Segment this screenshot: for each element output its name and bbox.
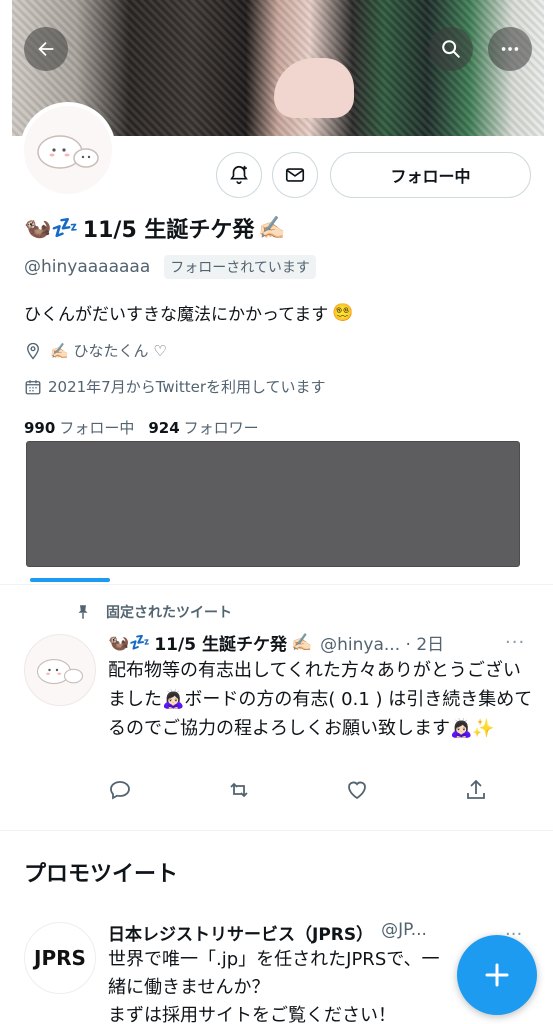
bio-emoji: 😵‍💫 — [332, 302, 354, 323]
reply-icon — [110, 781, 130, 800]
followers-count: 924 — [148, 419, 180, 437]
following-count: 990 — [24, 419, 56, 437]
more-options-button[interactable] — [488, 27, 532, 71]
display-name-prefix-emoji: 🦦💤 — [24, 215, 79, 241]
following-label: フォロー中 — [59, 419, 135, 437]
fluffy-animal-avatar-image — [36, 658, 84, 685]
retweet-button[interactable] — [227, 778, 251, 806]
section-divider — [0, 830, 553, 831]
share-icon — [467, 779, 485, 799]
user-handle: @hinyaaaaaaa — [24, 257, 151, 277]
joined-date-text: 2021年7月からTwitterを利用しています — [48, 378, 326, 396]
map-pin-icon — [27, 342, 39, 360]
handle-row: @hinyaaaaaaa フォローされています — [24, 255, 316, 279]
promoted-author-handle: @JP... — [381, 920, 427, 940]
promoted-section-title: プロモツイート — [24, 862, 179, 887]
tab-divider — [0, 584, 553, 585]
compose-tweet-button[interactable] — [457, 935, 537, 1015]
follow-counts: 990 フォロー中 924 フォロワー — [24, 417, 259, 438]
location-row: ✍🏻 ひなたくん ♡ — [24, 340, 167, 361]
display-name-text: 11/5 生誕チケ発 — [82, 218, 255, 243]
promoted-body-line1: 世界で唯一「.jp」を任されたJPRSで、一緒に働きませんか？ — [108, 949, 440, 998]
tweet-author-suffix-emoji: ✍🏻 — [290, 632, 313, 653]
redacted-tab-bar — [26, 441, 520, 567]
followers-label: フォロワー — [183, 419, 259, 437]
more-horizontal-icon — [501, 47, 519, 51]
tweet-more-button[interactable]: ··· — [505, 632, 525, 653]
promoted-body-line2: まずは採用サイトをご覧ください！ — [108, 1005, 396, 1024]
active-tab-indicator — [30, 578, 110, 582]
pin-icon — [78, 605, 88, 619]
profile-avatar[interactable] — [20, 102, 116, 198]
tweet-author-prefix-emoji: 🦦💤 — [108, 632, 151, 653]
like-button[interactable] — [345, 778, 369, 806]
pinned-tweet-label-row: 固定されたツイート — [74, 602, 232, 622]
follows-you-badge: フォローされています — [164, 255, 316, 279]
pinned-tweet-body[interactable]: 配布物等の有志出してくれた方々ありがとうございました🙇🏻‍♀️ボードの方の有志(… — [108, 656, 533, 743]
fluffy-animal-avatar-image — [37, 135, 99, 169]
calendar-icon — [25, 379, 41, 394]
pinned-tweet-label: 固定されたツイート — [106, 605, 232, 621]
message-button[interactable] — [272, 152, 318, 198]
display-name-suffix-emoji: ✍🏻 — [258, 215, 286, 241]
tweet-author-name[interactable]: 11/5 生誕チケ発 — [154, 630, 287, 655]
jprs-logo[interactable]: JPRS — [24, 922, 96, 994]
tweet-author-avatar[interactable] — [24, 634, 96, 706]
followers-count-link[interactable]: 924 フォロワー — [148, 417, 258, 438]
envelope-icon — [285, 168, 305, 182]
bell-plus-icon — [230, 165, 248, 185]
location-text: ✍🏻 ひなたくん ♡ — [50, 342, 167, 360]
heart-icon — [348, 781, 367, 800]
profile-bio: ひくんがだいすきな魔法にかかってます 😵‍💫 — [24, 300, 354, 326]
share-button[interactable] — [464, 778, 488, 806]
search-button[interactable] — [429, 27, 473, 71]
bio-text: ひくんがだいすきな魔法にかかってます — [24, 305, 329, 325]
joined-row: 2021年7月からTwitterを利用しています — [24, 376, 326, 397]
tweet-meta: @hinya... · 2日 — [320, 635, 445, 655]
promoted-tweet-header: 日本レジストリサービス（JPRS） @JP... — [108, 920, 427, 945]
reply-button[interactable] — [108, 778, 132, 806]
retweet-icon — [230, 782, 248, 798]
display-name: 🦦💤 11/5 生誕チケ発 ✍🏻 — [24, 212, 286, 244]
tweet-action-bar — [108, 778, 488, 806]
plus-icon — [485, 963, 509, 987]
following-button[interactable]: フォロー中 — [330, 152, 531, 198]
arrow-left-icon — [38, 41, 54, 57]
search-icon — [442, 40, 460, 58]
jprs-logo-text: JPRS — [34, 946, 86, 970]
back-button[interactable] — [24, 27, 68, 71]
promoted-tweet-body[interactable]: 世界で唯一「.jp」を任されたJPRSで、一緒に働きませんか？ まずは採用サイト… — [108, 946, 448, 1024]
pinned-tweet-header: 🦦💤 11/5 生誕チケ発 ✍🏻 @hinya... · 2日 — [108, 630, 528, 656]
following-count-link[interactable]: 990 フォロー中 — [24, 417, 134, 438]
promoted-author-name[interactable]: 日本レジストリサービス（JPRS） — [108, 920, 373, 945]
notification-subscribe-button[interactable] — [216, 152, 262, 198]
